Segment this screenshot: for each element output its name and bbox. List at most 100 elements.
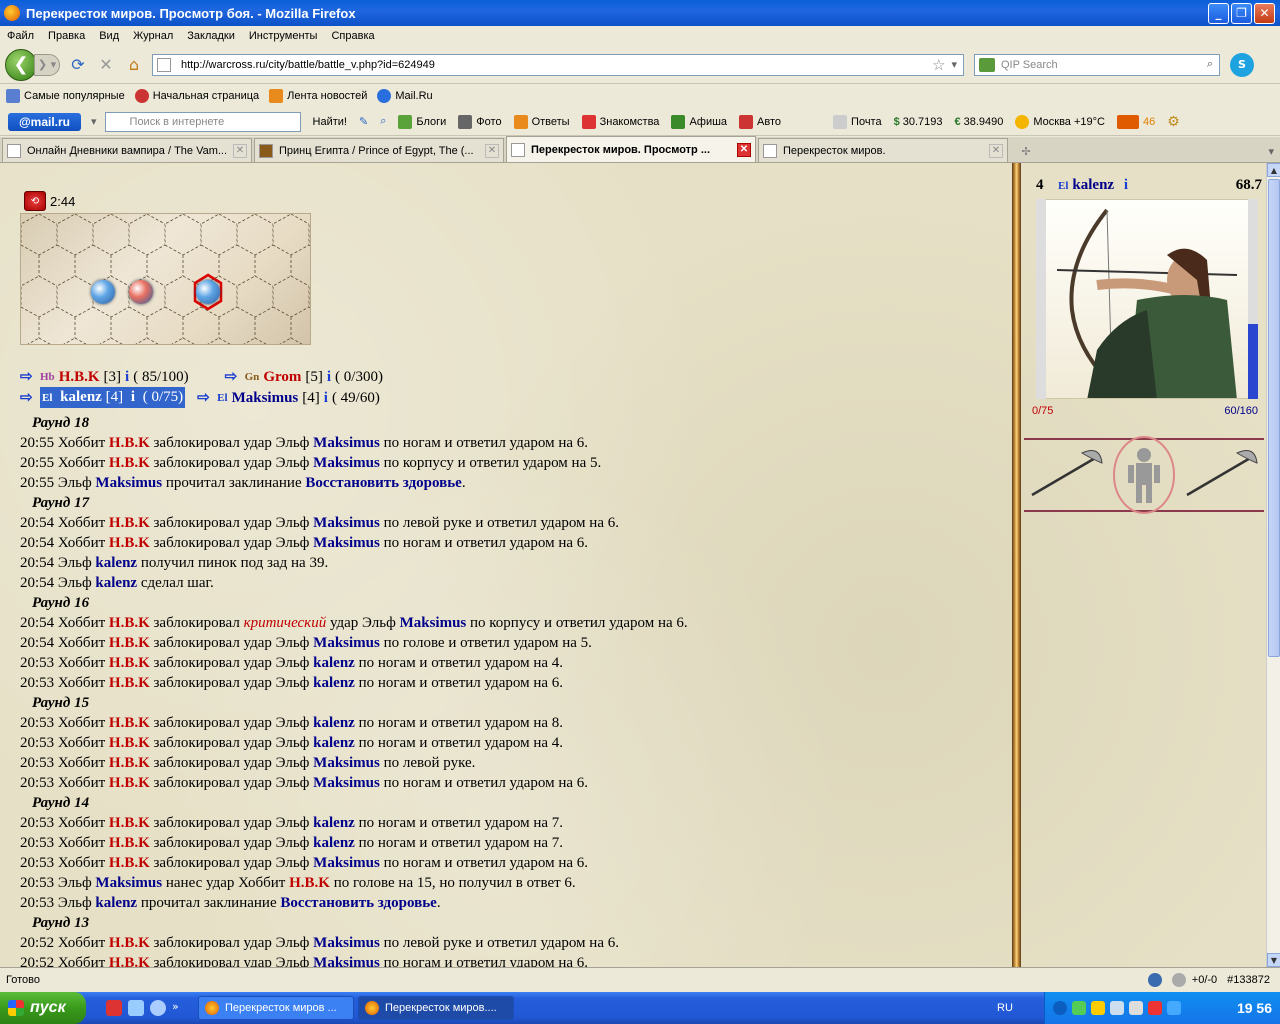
fighter-name[interactable]: H.B.K [109,935,150,951]
network-icon[interactable] [1110,1001,1124,1015]
info-link[interactable]: i [327,367,331,387]
fighter-name[interactable]: Maksimus [313,935,380,951]
fighter-name[interactable]: Maksimus [313,775,380,791]
media-icon[interactable] [150,1000,166,1016]
fighter-name[interactable]: Maksimus [95,475,162,491]
icq-icon[interactable] [1072,1001,1086,1015]
url-text[interactable]: http://warcross.ru/city/battle/battle_v.… [181,59,932,71]
fighter-name[interactable]: Maksimus [313,955,380,967]
close-window-button[interactable]: ✕ [1254,2,1275,24]
bookmark-news-feed[interactable]: Лента новостей [269,89,367,103]
fighter-name[interactable]: Maksimus [313,455,380,471]
cars-widget[interactable]: 46 [1116,114,1155,129]
vertical-scrollbar[interactable]: ▲ ▼ [1266,163,1280,967]
tab-crossroads[interactable]: Перекресток миров. ✕ [758,138,1008,162]
fighter-name[interactable]: kalenz [95,555,137,571]
forward-button[interactable]: ❯ ▾ [34,53,60,76]
fighter-name[interactable]: H.B.K [109,755,150,771]
fighter-name[interactable]: Maksimus [400,615,467,631]
close-tab-icon[interactable]: ✕ [233,143,247,158]
volume-icon[interactable] [1129,1001,1143,1015]
url-dropdown-icon[interactable]: ▾ [951,58,957,71]
auto-link[interactable]: Авто [739,114,781,129]
bookmark-most-visited[interactable]: Самые популярные [6,89,125,103]
fighter-name[interactable]: kalenz [313,675,355,691]
fighter-name[interactable]: Maksimus [313,855,380,871]
photo-link[interactable]: Фото [458,114,502,129]
weather-widget[interactable]: Москва +19°C [1015,114,1105,129]
fighter-name[interactable]: H.B.K [109,735,150,751]
blogs-link[interactable]: Блоги [398,114,446,129]
menu-view[interactable]: Вид [92,30,126,42]
mail-link[interactable]: Почта [833,114,882,129]
url-bar[interactable]: http://warcross.ru/city/battle/battle_v.… [152,53,964,76]
tab-list-icon[interactable]: ▾ [1268,140,1274,162]
fighter-name[interactable]: H.B.K [109,775,150,791]
fighter-name[interactable]: H.B.K [109,855,150,871]
arrow-icon[interactable]: ⇨ [197,390,213,405]
fighter-name[interactable]: H.B.K [109,455,150,471]
body-silhouette-icon[interactable] [1113,436,1175,514]
skype-icon[interactable]: S [1230,52,1254,77]
frame-divider[interactable] [1012,163,1021,967]
antivirus-icon[interactable] [1091,1001,1105,1015]
fighter-name[interactable]: H.B.K [289,875,330,891]
fighter-name[interactable]: H.B.K [109,515,150,531]
fighter-name[interactable]: H.B.K [109,715,150,731]
fighter-name[interactable]: H.B.K [109,675,150,691]
search-box[interactable]: QIP Search ⌕ [974,53,1220,76]
menu-file[interactable]: Файл [0,30,41,42]
highlight-icon[interactable]: ✎ [359,115,368,128]
info-link[interactable]: i [324,388,328,408]
fighter-name[interactable]: H.B.K [109,535,150,551]
menu-history[interactable]: Журнал [126,30,180,42]
arrow-icon[interactable]: ⇨ [20,390,36,405]
fighter-name[interactable]: kalenz [313,655,355,671]
reload-icon[interactable]: ⟳ [68,55,88,75]
fighter-name[interactable]: Maksimus [313,435,380,451]
info-link[interactable]: i [1124,177,1128,193]
unit-token[interactable] [196,280,220,304]
right-axe-icon[interactable] [1186,450,1258,497]
close-tab-icon[interactable]: ✕ [737,142,751,157]
new-tab-button[interactable]: ✢ [1012,140,1040,162]
browser-icon[interactable] [106,1000,122,1016]
tab-prince-of-egypt[interactable]: Принц Египта / Prince of Egypt, The (...… [254,138,504,162]
search-engine-icon[interactable] [979,57,995,72]
fighter-name[interactable]: kalenz [95,895,137,911]
selected-fighter[interactable]: El kalenz [4] i ( 0/75) [40,387,186,408]
fighter-name[interactable]: Maksimus [313,755,380,771]
answers-link[interactable]: Ответы [513,114,570,129]
bookmark-star-icon[interactable]: ☆ [932,56,945,74]
info-link[interactable]: i [125,367,129,387]
status-addon-icon[interactable] [1147,972,1162,987]
fighter-name[interactable]: Maksimus [232,388,299,408]
stop-icon[interactable]: ✕ [96,55,116,75]
tray-arrow-icon[interactable] [1053,1001,1067,1015]
language-indicator[interactable]: RU [997,1002,1013,1014]
dating-link[interactable]: Знакомства [581,114,659,129]
fighter-name[interactable]: Maksimus [95,875,162,891]
fighter-name[interactable]: Grom [263,367,301,387]
afisha-link[interactable]: Афиша [671,114,727,129]
mailru-search-input[interactable]: Поиск в интернете [104,111,301,132]
left-axe-icon[interactable] [1031,450,1103,497]
fighter-name[interactable]: H.B.K [109,955,150,967]
fighter-name[interactable]: Maksimus [313,515,380,531]
fighter-name[interactable]: kalenz [60,389,102,405]
fighter-name[interactable]: Maksimus [313,535,380,551]
fighter-name[interactable]: H.B.K [109,835,150,851]
more-icon[interactable]: » [172,1000,188,1016]
mailru-menu-icon[interactable]: ▾ [91,115,97,128]
fighter-name[interactable]: kalenz [313,835,355,851]
fighter-name[interactable]: Maksimus [313,635,380,651]
menu-bookmarks[interactable]: Закладки [180,30,242,42]
unit-token[interactable] [91,280,115,304]
start-button[interactable]: пуск [0,992,86,1024]
scroll-up-arrow[interactable]: ▲ [1267,163,1280,177]
fighter-name[interactable]: H.B.K [109,635,150,651]
fighter-name[interactable]: H.B.K [59,367,100,387]
fighter-name[interactable]: kalenz [313,815,355,831]
mailru-logo[interactable]: @mail.ru [8,112,81,131]
tab-vampire-diaries[interactable]: Онлайн Дневники вампира / The Vam... ✕ [2,138,252,162]
